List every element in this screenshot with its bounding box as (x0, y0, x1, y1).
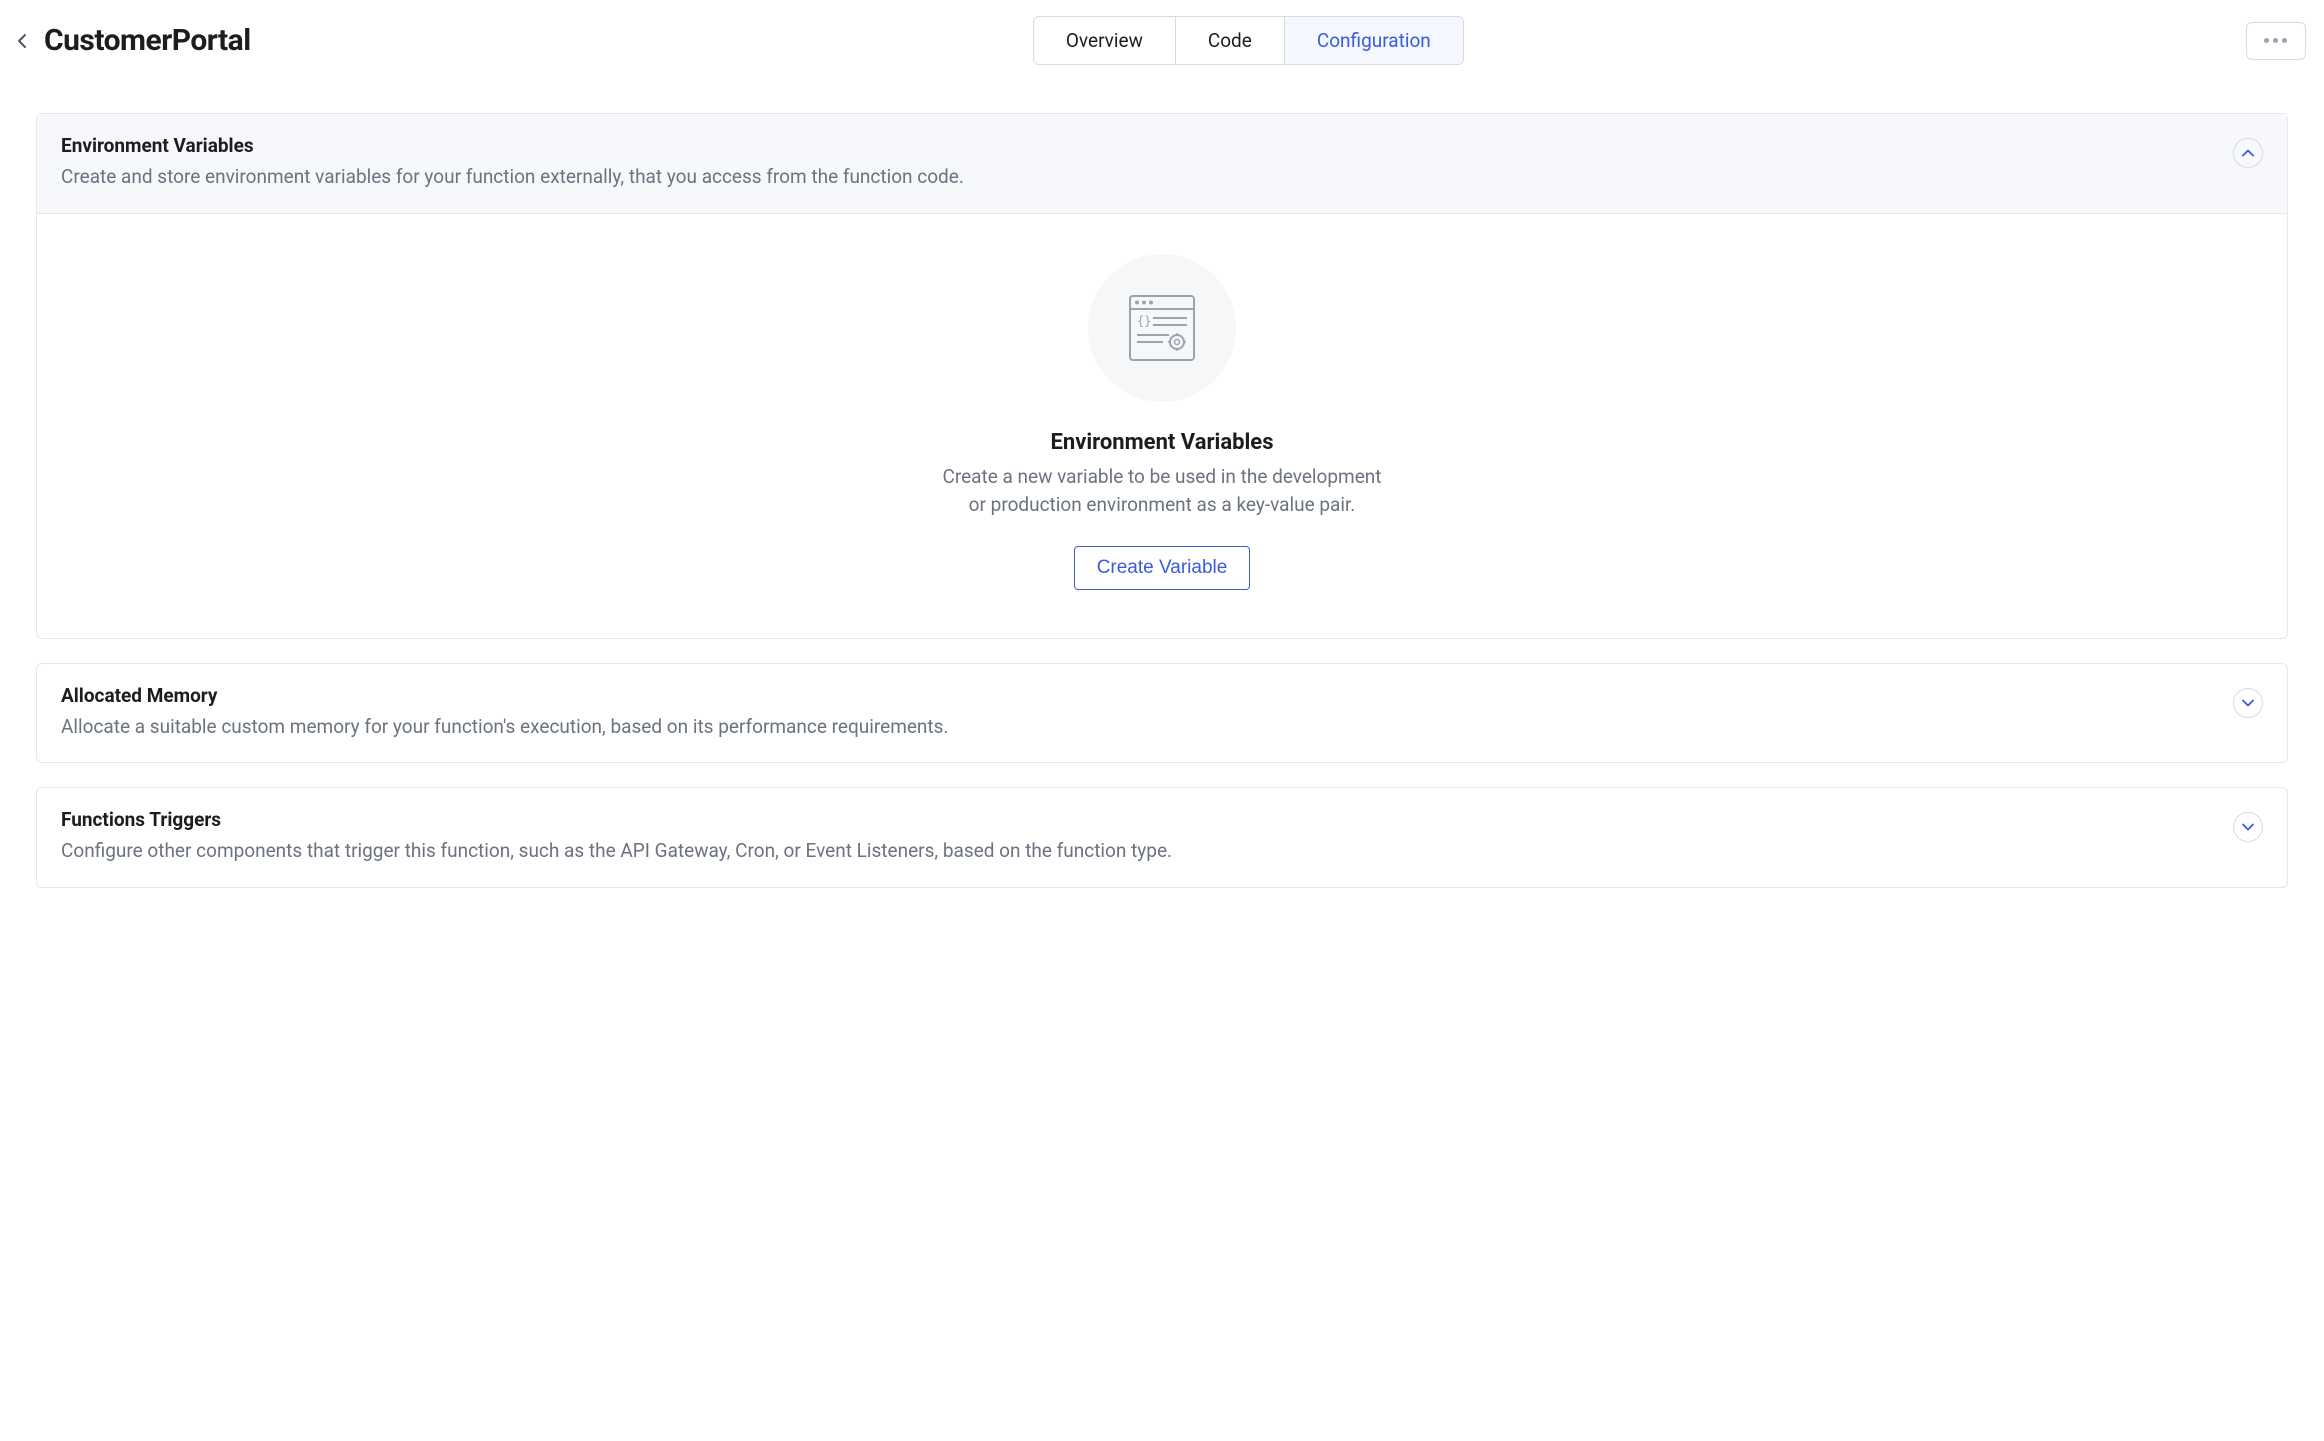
panel-header-allocated-memory[interactable]: Allocated Memory Allocate a suitable cus… (37, 664, 2287, 763)
panel-environment-variables: Environment Variables Create and store e… (36, 113, 2288, 639)
tab-configuration[interactable]: Configuration (1285, 17, 1463, 64)
empty-state-illustration: {} (1088, 254, 1236, 402)
chevron-down-icon (2242, 699, 2254, 707)
collapse-toggle[interactable] (2233, 138, 2263, 168)
panel-header-environment-variables[interactable]: Environment Variables Create and store e… (37, 114, 2287, 214)
panel-header-functions-triggers[interactable]: Functions Triggers Configure other compo… (37, 788, 2287, 887)
page-header: CustomerPortal Overview Code Configurati… (0, 0, 2324, 89)
dot-icon (2282, 38, 2287, 43)
panel-functions-triggers: Functions Triggers Configure other compo… (36, 787, 2288, 888)
empty-state-title: Environment Variables (1050, 430, 1273, 455)
chevron-down-icon (2242, 823, 2254, 831)
content-area: Environment Variables Create and store e… (0, 113, 2324, 928)
code-window-icon: {} (1129, 295, 1195, 361)
expand-toggle[interactable] (2233, 688, 2263, 718)
dot-icon (2273, 38, 2278, 43)
create-variable-button[interactable]: Create Variable (1074, 546, 1251, 590)
page-title: CustomerPortal (44, 23, 251, 58)
more-menu-button[interactable] (2246, 22, 2306, 60)
panel-description: Allocate a suitable custom memory for yo… (61, 713, 2233, 741)
panel-title: Allocated Memory (61, 684, 2233, 707)
tab-overview[interactable]: Overview (1034, 17, 1176, 64)
back-button[interactable] (8, 27, 36, 55)
panel-description: Configure other components that trigger … (61, 837, 2233, 865)
dot-icon (2264, 38, 2269, 43)
svg-text:{}: {} (1137, 314, 1151, 328)
chevron-up-icon (2242, 149, 2254, 157)
panel-title: Functions Triggers (61, 808, 2233, 831)
chevron-left-icon (17, 33, 27, 49)
empty-state-description: Create a new variable to be used in the … (942, 463, 1382, 520)
panel-allocated-memory: Allocated Memory Allocate a suitable cus… (36, 663, 2288, 764)
expand-toggle[interactable] (2233, 812, 2263, 842)
panel-body-environment-variables: {} Environment Variables Create a new va… (37, 214, 2287, 638)
panel-description: Create and store environment variables f… (61, 163, 2233, 191)
panel-title: Environment Variables (61, 134, 2233, 157)
tab-group: Overview Code Configuration (1033, 16, 1464, 65)
tab-code[interactable]: Code (1176, 17, 1285, 64)
